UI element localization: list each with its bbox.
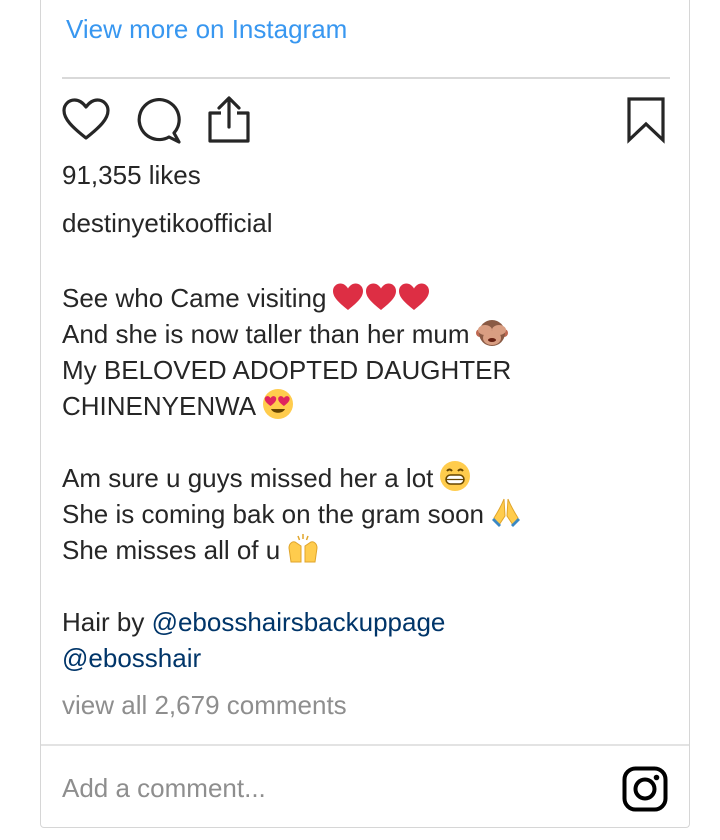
caption-line: My BELOVED ADOPTED DAUGHTER [62, 355, 512, 385]
speech-bubble-icon[interactable] [135, 98, 181, 144]
folded-hands-icon [490, 496, 522, 528]
caption-line: Hair by @ebosshairsbackuppage [62, 607, 446, 637]
add-comment-input[interactable] [62, 770, 602, 806]
caption-line: @ebosshair [62, 640, 662, 676]
raising-hands-icon [286, 532, 320, 564]
red-heart-icon [332, 282, 432, 312]
post-username[interactable]: destinyetikoofficial [62, 208, 273, 239]
divider [62, 77, 670, 79]
divider [41, 744, 689, 746]
view-all-comments-link[interactable]: view all 2,679 comments [62, 690, 347, 721]
caption-line: See who Came visiting [62, 280, 662, 316]
likes-count: 91,355 likes [62, 160, 201, 190]
view-more-on-instagram-link[interactable]: View more on Instagram [66, 14, 347, 45]
caption-line: She is coming bak on the gram soon [62, 496, 662, 532]
caption-line: And she is now taller than her mum [62, 316, 662, 352]
instagram-logo-icon[interactable] [622, 766, 668, 812]
caption-line: She misses all of u [62, 532, 662, 568]
share-upload-icon[interactable] [206, 95, 252, 145]
heart-outline-icon[interactable] [62, 98, 110, 142]
caption-line: CHINENYENWA [62, 388, 662, 424]
see-no-evil-monkey-icon [475, 318, 508, 348]
post-caption: See who Came visiting And she is now tal… [62, 280, 662, 676]
bookmark-icon[interactable] [626, 96, 666, 144]
mention-link[interactable]: @ebosshair [62, 643, 201, 673]
heart-eyes-face-icon [262, 388, 294, 420]
mention-link[interactable]: @ebosshairsbackuppage [152, 607, 446, 637]
caption-line: Am sure u guys missed her a lot [62, 460, 662, 496]
grinning-face-icon [439, 460, 471, 492]
